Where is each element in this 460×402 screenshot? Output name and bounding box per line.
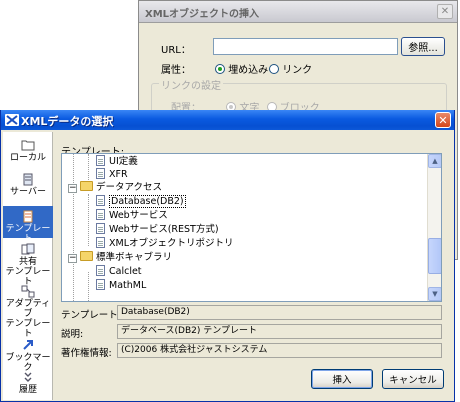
xml-app-icon [5,113,19,127]
tree-item-selected[interactable]: Database(DB2) [96,195,186,208]
document-icon [96,279,105,290]
template-name-field: Database(DB2) [117,305,442,320]
tree-folder[interactable]: − データアクセス [68,181,162,194]
tree-item-label: Calclet [109,266,142,277]
template-icon [3,209,53,223]
tree-folder-label: データアクセス [96,182,163,193]
collapse-icon[interactable]: − [68,254,77,263]
tree-folder-label: 標準ボキャブラリ [96,252,173,263]
tree-item-label: XFR [109,169,128,180]
tree-item[interactable]: Webサービス(REST方式) [96,223,219,236]
sidebar-item-label: ローカル [9,153,46,163]
collapse-icon[interactable]: − [68,184,77,193]
tree-scrollbar[interactable]: ▲ ▼ [427,154,441,301]
document-icon [96,265,105,276]
document-icon [96,195,105,206]
tree-item-label: UI定義 [109,156,138,167]
tree-item-label: Database(DB2) [109,195,186,208]
scrollbar-thumb[interactable] [428,238,441,274]
document-icon [96,209,105,220]
tree-connector [88,154,89,180]
tree-item[interactable]: MathML [96,279,146,292]
scroll-down-icon[interactable]: ▼ [428,287,441,301]
sidebar-item-label: アダプティブ テンプレート [5,299,51,339]
close-icon[interactable]: ✕ [437,4,453,19]
document-icon [96,168,105,179]
location-sidebar: ローカル サーバー テンプレート 共有 テンプレート アダプティブ テンプレート [3,132,53,400]
insert-xml-object-titlebar: XMLオブジェクトの挿入 ✕ [139,1,457,23]
sidebar-item-template[interactable]: テンプレート [3,206,53,244]
document-icon [96,223,105,234]
bookmark-icon [3,338,53,352]
folder-icon [80,251,93,261]
link-radio-label: リンク [282,65,313,76]
tree-item[interactable]: Webサービス [96,209,168,222]
description-label: 説明: [61,329,84,340]
folder-icon [80,181,93,191]
select-xml-data-titlebar: XMLデータの選択 ✕ [1,110,454,130]
radio-selected-icon [215,64,225,74]
copyright-label: 著作権情報: [61,348,112,359]
description-field: データベース(DB2) テンプレート [117,324,442,339]
scroll-up-icon[interactable]: ▲ [428,154,441,168]
select-xml-data-title: XMLデータの選択 [21,115,114,128]
link-radio[interactable]: リンク [269,61,312,76]
tree-connector [73,154,74,301]
close-icon[interactable]: ✕ [435,112,451,128]
attribute-label: 属性： [161,65,191,76]
sidebar-item-adaptive-template[interactable]: アダプティブ テンプレート [3,284,53,339]
link-settings-title: リンクの設定 [159,77,223,92]
url-input[interactable] [213,38,398,55]
sidebar-item-server[interactable]: サーバー [3,172,53,200]
insert-button[interactable]: 挿入 [311,369,373,389]
radio-unselected-icon [269,64,279,74]
tree-connector [88,194,89,246]
tree-folder[interactable]: − 標準ボキャブラリ [68,251,172,264]
cancel-button[interactable]: キャンセル [382,369,444,389]
sidebar-item-shared-template[interactable]: 共有 テンプレート [3,242,53,287]
tree-item[interactable]: XFR [96,168,128,181]
sidebar-item-local[interactable]: ローカル [3,138,53,166]
sidebar-item-label: 履歴 [18,385,37,395]
embed-radio-label: 埋め込み [228,65,269,76]
tree-item-label: MathML [109,280,147,291]
sidebar-item-bookmark[interactable]: ブックマーク [3,338,53,373]
embed-radio[interactable]: 埋め込み [215,61,268,76]
tree-item-label: XMLオブジェクトリポジトリ [109,238,234,249]
tree-connector [88,272,89,301]
history-icon [3,370,53,384]
tree-item-label: Webサービス [109,210,168,221]
sidebar-item-history[interactable]: 履歴 [3,370,53,398]
sidebar-item-label: テンプレート [5,224,51,244]
insert-xml-object-title: XMLオブジェクトの挿入 [145,9,260,20]
tree-item-label: Webサービス(REST方式) [109,224,219,235]
tree-item[interactable]: UI定義 [96,155,138,168]
adaptive-template-icon [3,284,53,298]
template-tree[interactable]: UI定義 XFR − データアクセス Database(DB2) Webサービス … [61,153,442,302]
document-icon [96,155,105,166]
select-xml-data-dialog: XMLデータの選択 ✕ ローカル サーバー テンプレート 共有 テンプレート ア… [0,110,455,402]
tree-item[interactable]: Calclet [96,265,142,278]
copyright-field: (C)2006 株式会社ジャストシステム [117,343,442,358]
server-icon [3,172,53,186]
sidebar-item-label: 共有 テンプレート [5,257,51,287]
sidebar-item-label: サーバー [10,187,46,197]
tree-item[interactable]: XMLオブジェクトリポジトリ [96,237,234,250]
browse-button[interactable]: 参照... [401,37,445,56]
shared-template-icon [3,242,53,256]
url-label: URL： [161,45,191,56]
document-icon [96,237,105,248]
folder-icon [3,138,53,152]
